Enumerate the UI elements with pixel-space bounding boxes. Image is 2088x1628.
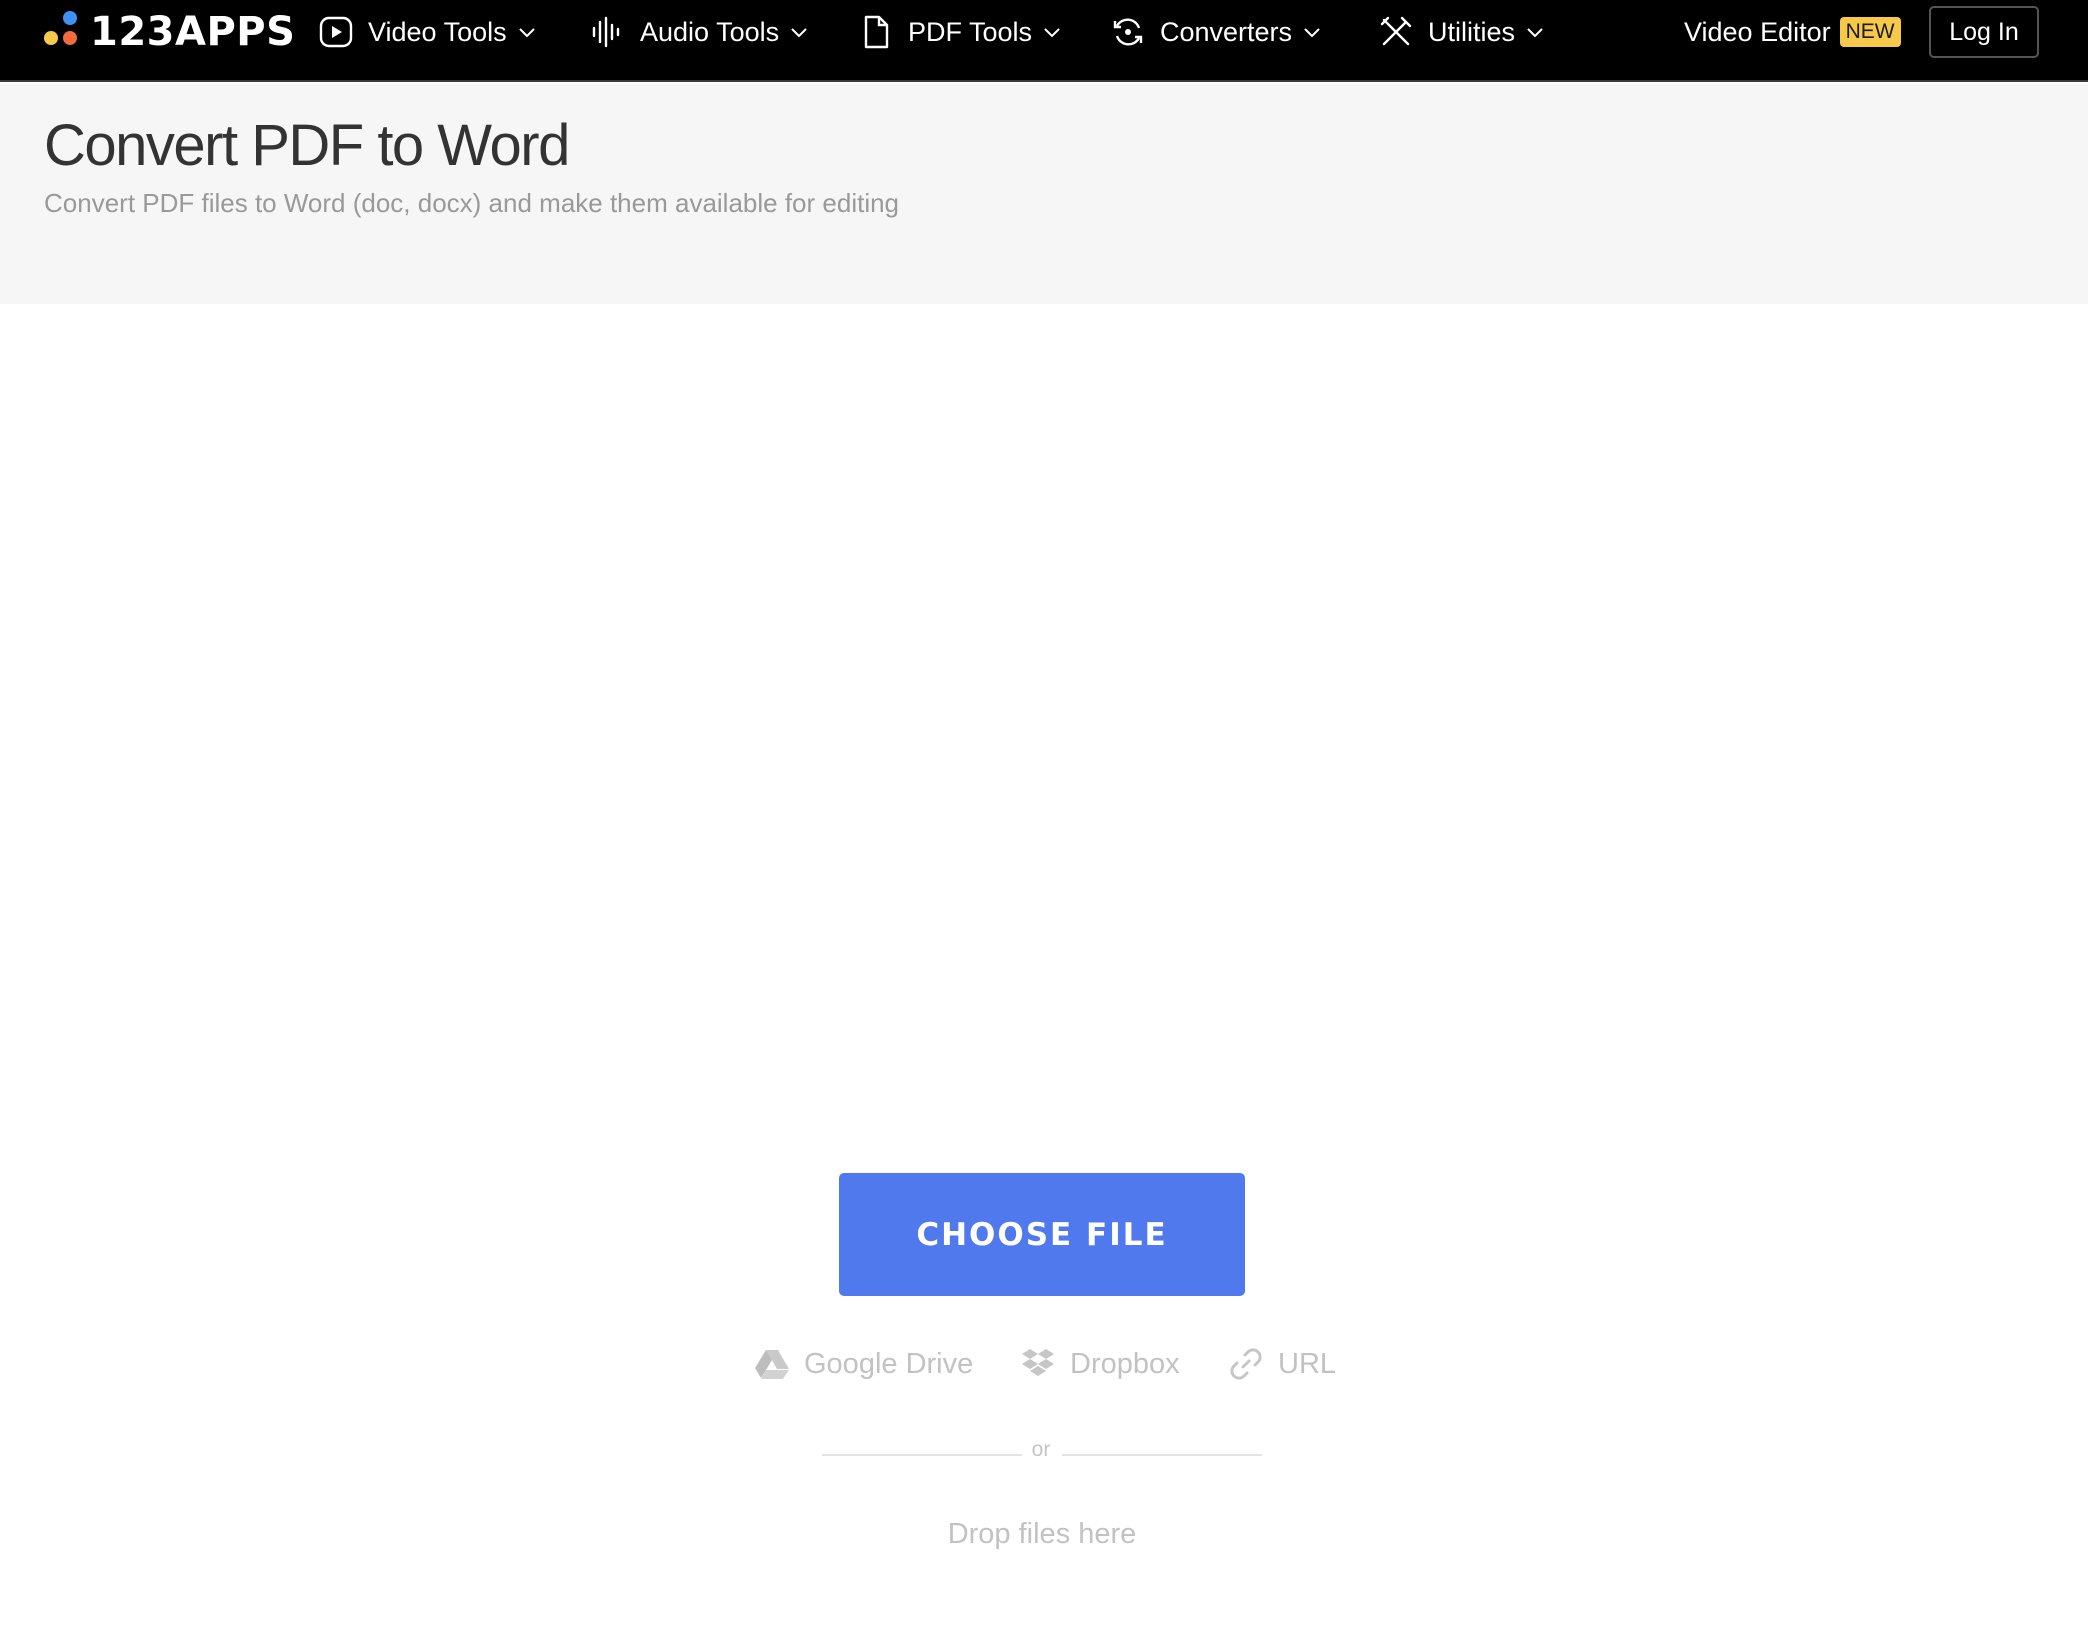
google-drive-icon xyxy=(754,1346,790,1382)
logo-dots-icon xyxy=(42,10,82,55)
choose-file-button[interactable]: CHOOSE FILE xyxy=(839,1173,1245,1296)
login-button[interactable]: Log In xyxy=(1929,6,2039,58)
chevron-down-icon xyxy=(1302,22,1322,42)
chevron-down-icon xyxy=(1525,22,1545,42)
nav-audio-tools[interactable]: Audio Tools xyxy=(590,12,809,52)
dropbox-icon xyxy=(1020,1346,1056,1382)
video-editor-label: Video Editor xyxy=(1684,16,1831,47)
link-icon xyxy=(1228,1346,1264,1382)
url-button[interactable]: URL xyxy=(1228,1344,1336,1384)
divider-left xyxy=(822,1454,1022,1456)
nav-converters[interactable]: Converters xyxy=(1110,12,1322,52)
page-header: Convert PDF to Word Convert PDF files to… xyxy=(0,84,2088,304)
chevron-down-icon xyxy=(1042,22,1062,42)
waveform-icon xyxy=(590,14,626,50)
page-subtitle: Convert PDF files to Word (doc, docx) an… xyxy=(44,188,900,218)
logo-text: 123APPS xyxy=(90,9,296,55)
convert-icon xyxy=(1110,14,1146,50)
nav-label: PDF Tools xyxy=(908,16,1033,47)
top-navigation-bar: 123APPS Video Tools Audio Tools PDF Tool… xyxy=(0,0,2088,82)
nav-label: Audio Tools xyxy=(640,16,780,47)
video-editor-link[interactable]: Video Editor NEW xyxy=(1684,12,1901,52)
chevron-down-icon xyxy=(517,22,537,42)
dropbox-button[interactable]: Dropbox xyxy=(1020,1344,1180,1384)
dropbox-label: Dropbox xyxy=(1070,1347,1180,1380)
logo[interactable]: 123APPS xyxy=(42,9,296,55)
nav-pdf-tools[interactable]: PDF Tools xyxy=(858,12,1062,52)
nav-label: Converters xyxy=(1160,16,1293,47)
page-title: Convert PDF to Word xyxy=(44,113,570,178)
url-label: URL xyxy=(1278,1347,1337,1380)
divider-right xyxy=(1062,1454,1262,1456)
tools-icon xyxy=(1378,14,1414,50)
nav-utilities[interactable]: Utilities xyxy=(1378,12,1545,52)
drop-files-label: Drop files here xyxy=(947,1518,1137,1550)
nav-video-tools[interactable]: Video Tools xyxy=(318,12,537,52)
new-badge: NEW xyxy=(1839,17,1901,47)
document-icon xyxy=(858,14,894,50)
google-drive-button[interactable]: Google Drive xyxy=(754,1344,973,1384)
play-circle-icon xyxy=(318,14,354,50)
or-label: or xyxy=(1031,1438,1051,1461)
google-drive-label: Google Drive xyxy=(804,1347,974,1380)
chevron-down-icon xyxy=(789,22,809,42)
nav-label: Video Tools xyxy=(368,16,507,47)
nav-label: Utilities xyxy=(1428,16,1516,47)
